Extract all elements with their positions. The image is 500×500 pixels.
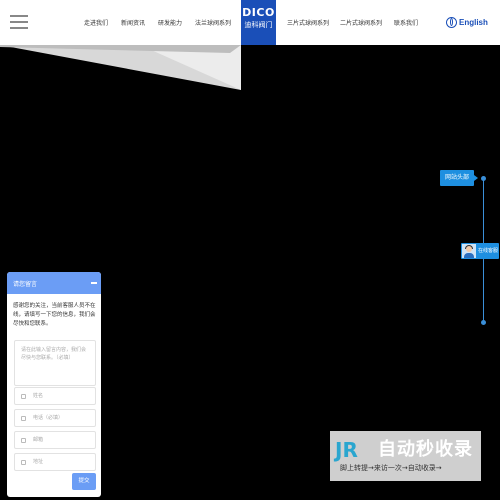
watermark-text: 自动秒收录 [378,439,473,460]
globe-icon [446,16,457,28]
nav-rnd[interactable]: 研发能力 [158,18,182,27]
watermark-logo: JR [335,438,358,462]
banner-decor [0,45,241,90]
brand-logo[interactable]: DICO 迪科阀门 [241,0,276,45]
message-widget: 请您留言 感谢您的关注，当前客服人员不在线，请填写一下您的信息，我们会尽快和您联… [7,272,101,497]
agent-avatar [462,244,476,258]
name-placeholder: 姓名 [33,393,44,399]
timeline-dot-bottom[interactable] [481,320,486,325]
email-field[interactable]: 邮箱 [14,431,96,449]
address-field[interactable]: 地址 [14,453,96,471]
timeline-dot-top[interactable] [481,176,486,181]
email-placeholder: 邮箱 [33,437,44,443]
message-textarea[interactable]: 请在此输入留言内容，我们会尽快与您联系。（必填） [14,340,96,386]
location-icon [21,460,26,465]
user-icon [21,394,26,399]
watermark-badge: JR 自动秒收录 脚上转提→来访一次→自动收录→ [330,431,481,481]
site-header: 走进我们 新闻资讯 研发能力 法兰球阀系列 DICO 迪科阀门 三片式球阀系列 … [0,0,500,45]
nav-about[interactable]: 走进我们 [84,18,108,27]
submit-button[interactable]: 提交 [72,473,96,490]
name-field[interactable]: 姓名 [14,387,96,405]
phone-field[interactable]: 电话（必填） [14,409,96,427]
widget-message: 感谢您的关注，当前客服人员不在线，请填写一下您的信息，我们会尽快和您联系。 [13,303,96,327]
logo-name: 迪科阀门 [244,21,273,29]
language-label: English [459,17,488,27]
phone-placeholder: 电话（必填） [33,415,64,421]
widget-header: 请您留言 [7,272,101,294]
nav-news[interactable]: 新闻资讯 [121,18,145,27]
online-service-button[interactable]: 在线客服 [461,243,499,259]
minimize-icon[interactable] [91,282,97,284]
nav-three-piece-valves[interactable]: 三片式球阀系列 [287,18,329,27]
address-placeholder: 地址 [33,459,44,465]
mail-icon [21,438,26,443]
menu-icon[interactable] [10,15,28,29]
language-switch[interactable]: English [446,15,488,29]
nav-flange-valves[interactable]: 法兰球阀系列 [195,18,231,27]
watermark-subtext: 脚上转提→来访一次→自动收录→ [340,464,442,472]
logo-mark: DICO [242,6,275,19]
phone-icon [21,416,26,421]
nav-contact[interactable]: 联系我们 [394,18,418,27]
nav-two-piece-valves[interactable]: 二片式球阀系列 [340,18,382,27]
widget-title: 请您留言 [13,281,38,288]
back-to-top-button[interactable]: 网站头部 [440,170,478,186]
online-service-label: 在线客服 [478,248,499,254]
